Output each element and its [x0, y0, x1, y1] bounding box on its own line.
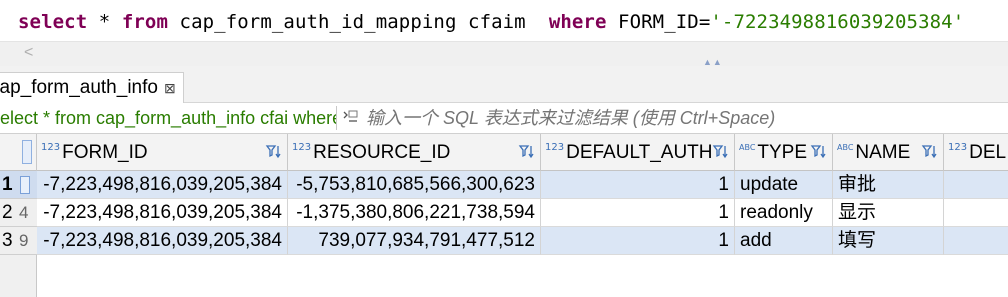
text-type-icon: ABC — [739, 143, 756, 152]
tab-label: cap_form_auth_info — [0, 77, 158, 98]
sort-filter-icon[interactable] — [265, 143, 283, 161]
cell-del[interactable] — [944, 199, 1008, 227]
column-label: DEL — [969, 141, 1007, 163]
sql-table-name: cap_form_auth_id_mapping cfaim — [168, 11, 549, 33]
active-query-text: select * from cap_form_auth_info cfai wh… — [0, 108, 336, 128]
text-type-icon: ABC — [837, 143, 854, 152]
row-number[interactable]: 3 9 — [0, 227, 37, 255]
sql-star: * — [87, 11, 122, 33]
selection-marker — [20, 176, 30, 194]
sql-editor[interactable]: select * from cap_form_auth_id_mapping c… — [0, 0, 1008, 66]
row-number[interactable]: 2 4 — [0, 199, 37, 227]
numeric-type-icon: 123 — [292, 142, 312, 153]
table-row[interactable]: 3 9 -7,223,498,816,039,205,384 739,077,9… — [0, 227, 1008, 255]
cell-default-auth[interactable]: 1 — [541, 171, 735, 199]
cell-del[interactable] — [944, 171, 1008, 199]
cell-name[interactable]: 审批 — [833, 171, 944, 199]
results-tab-bar: cap_form_auth_info ⊠ — [0, 66, 1008, 103]
results-grid[interactable]: 123 FORM_ID 123 RESOURCE_ID 123 DEFAULT_… — [0, 134, 1008, 297]
corner-marker — [22, 140, 32, 164]
cell-form-id[interactable]: -7,223,498,816,039,205,384 — [37, 199, 288, 227]
sql-keyword-from: from — [121, 11, 169, 33]
filter-bar: select * from cap_form_auth_info cfai wh… — [0, 103, 1008, 134]
column-header-resource-id[interactable]: 123 RESOURCE_ID — [288, 134, 541, 171]
sql-string-value: '-7223498816039205384' — [710, 11, 965, 33]
filter-expression-icon[interactable] — [343, 109, 359, 125]
table-row[interactable]: 1 -7,223,498,816,039,205,384 -5,753,810,… — [0, 171, 1008, 199]
sql-keyword-where: where — [548, 11, 607, 33]
sql-condition: FORM_ID= — [606, 11, 711, 33]
column-label: TYPE — [757, 141, 808, 163]
grid-empty-area — [37, 255, 1008, 297]
sort-filter-icon[interactable] — [712, 143, 730, 161]
cell-resource-id[interactable]: -5,753,810,685,566,300,623 — [288, 171, 541, 199]
tab-close-icon[interactable]: ⊠ — [164, 80, 176, 97]
grid-header: 123 FORM_ID 123 RESOURCE_ID 123 DEFAULT_… — [0, 134, 1008, 171]
scroll-left-arrow-icon[interactable]: < — [24, 44, 33, 62]
column-header-default-auth[interactable]: 123 DEFAULT_AUTH — [541, 134, 735, 171]
cell-name[interactable]: 显示 — [833, 199, 944, 227]
cell-name[interactable]: 填写 — [833, 227, 944, 255]
column-label: RESOURCE_ID — [313, 141, 451, 163]
cell-del[interactable] — [944, 227, 1008, 255]
sql-statement[interactable]: select * from cap_form_auth_id_mapping c… — [18, 11, 964, 33]
column-header-name[interactable]: ABC NAME — [833, 134, 944, 171]
column-header-del[interactable]: 123 DEL — [944, 134, 1008, 171]
tab-cap-form-auth-info[interactable]: cap_form_auth_info ⊠ — [0, 72, 184, 103]
column-header-type[interactable]: ABC TYPE — [735, 134, 833, 171]
sql-keyword-select: select — [18, 11, 88, 33]
column-header-form-id[interactable]: 123 FORM_ID — [37, 134, 288, 171]
cell-resource-id[interactable]: 739,077,934,791,477,512 — [288, 227, 541, 255]
cell-default-auth[interactable]: 1 — [541, 199, 735, 227]
cell-form-id[interactable]: -7,223,498,816,039,205,384 — [37, 171, 288, 199]
cell-type[interactable]: update — [735, 171, 833, 199]
sort-filter-icon[interactable] — [518, 143, 536, 161]
column-label: DEFAULT_AUTH — [566, 141, 713, 163]
row-number[interactable]: 1 — [0, 171, 37, 199]
sort-filter-icon[interactable] — [810, 143, 828, 161]
numeric-type-icon: 123 — [545, 142, 565, 153]
table-row[interactable]: 2 4 -7,223,498,816,039,205,384 -1,375,38… — [0, 199, 1008, 227]
filter-divider — [336, 106, 337, 130]
editor-horizontal-scrollbar[interactable]: < — [0, 41, 1008, 66]
cell-type[interactable]: readonly — [735, 199, 833, 227]
column-label: NAME — [855, 141, 911, 163]
cell-type[interactable]: add — [735, 227, 833, 255]
cell-resource-id[interactable]: -1,375,380,806,221,738,594 — [288, 199, 541, 227]
filter-expression-input[interactable] — [366, 108, 966, 129]
numeric-type-icon: 123 — [948, 142, 968, 153]
column-label: FORM_ID — [62, 141, 148, 163]
cell-default-auth[interactable]: 1 — [541, 227, 735, 255]
sort-filter-icon[interactable] — [921, 143, 939, 161]
numeric-type-icon: 123 — [41, 142, 61, 153]
cell-form-id[interactable]: -7,223,498,816,039,205,384 — [37, 227, 288, 255]
header-corner[interactable] — [0, 134, 37, 171]
